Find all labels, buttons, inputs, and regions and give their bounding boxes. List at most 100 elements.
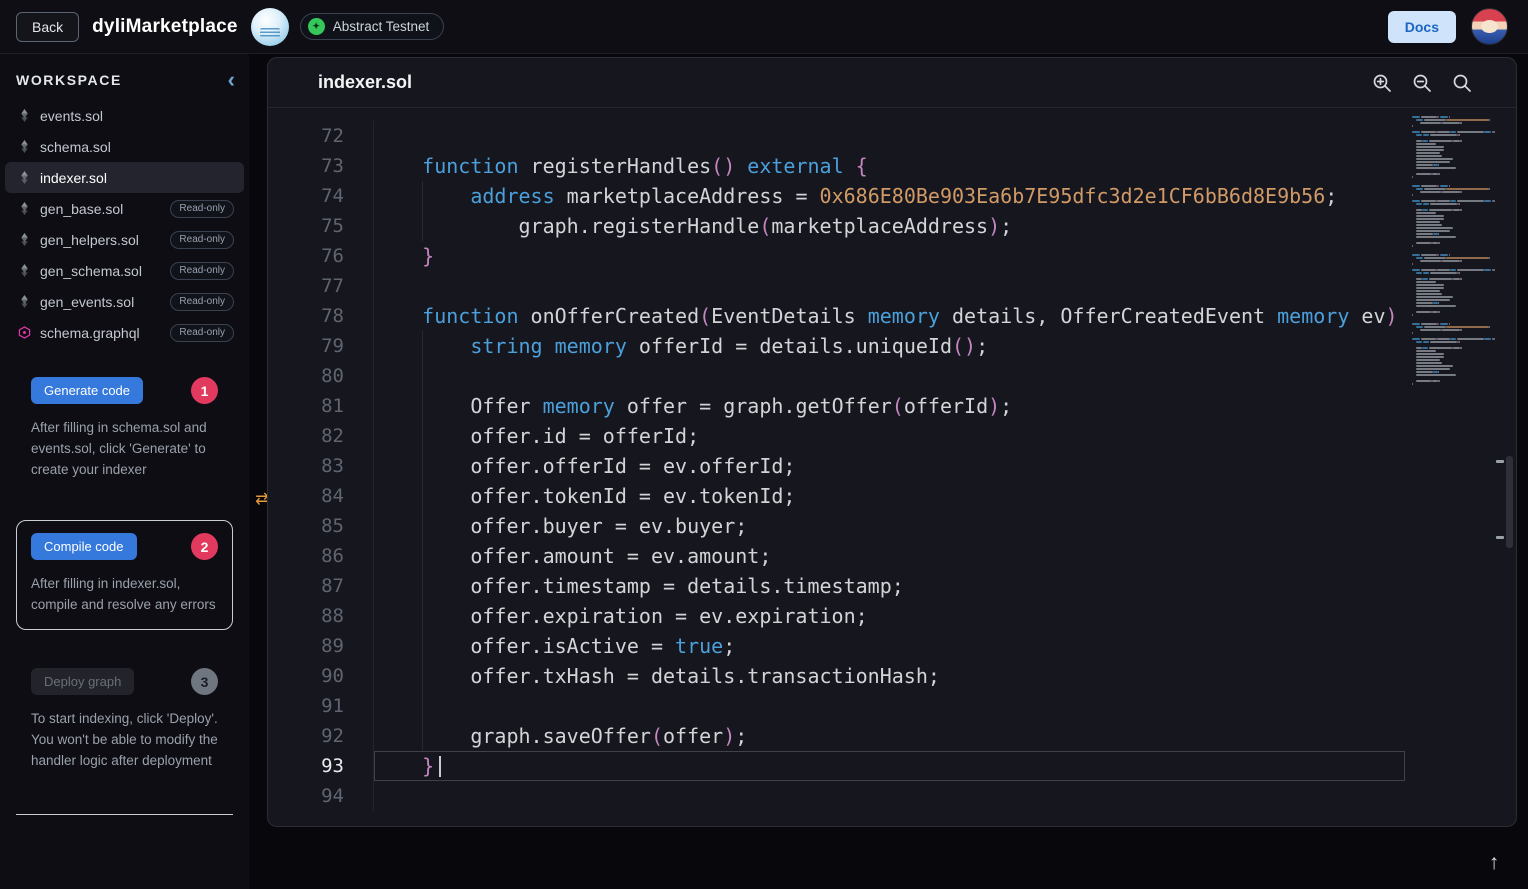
file-item-schema-sol[interactable]: schema.sol xyxy=(5,131,244,162)
code-line[interactable]: 90 offer.txHash = details.transactionHas… xyxy=(268,661,1516,691)
solidity-icon xyxy=(17,140,31,154)
zoom-in-icon[interactable] xyxy=(1372,73,1392,93)
back-button[interactable]: Back xyxy=(16,12,79,42)
docs-button[interactable]: Docs xyxy=(1388,11,1456,43)
line-number: 89 xyxy=(268,631,373,661)
scrollbar-thumb[interactable] xyxy=(1506,456,1513,548)
indent-guide xyxy=(422,421,423,451)
code-line[interactable]: 82 offer.id = offerId; xyxy=(268,421,1516,451)
partial-panel xyxy=(16,814,233,845)
file-item-gen_helpers-sol[interactable]: gen_helpers.sol Read-only xyxy=(5,224,244,255)
minimap-marker xyxy=(1496,536,1504,539)
code-content: function registerHandles() external { xyxy=(373,151,1405,181)
code-line[interactable]: 75 graph.registerHandle(marketplaceAddre… xyxy=(268,211,1516,241)
code-content: offer.isActive = true; xyxy=(373,631,1405,661)
file-name: gen_events.sol xyxy=(40,294,134,310)
code-line[interactable]: 87 offer.timestamp = details.timestamp; xyxy=(268,571,1516,601)
network-status-icon: ✦ xyxy=(308,18,325,35)
readonly-badge: Read-only xyxy=(170,262,234,280)
workspace-title: WORKSPACE xyxy=(16,72,122,88)
app-title: dyliMarketplace xyxy=(92,16,238,38)
code-line[interactable]: 74 address marketplaceAddress = 0x686E80… xyxy=(268,181,1516,211)
code-line[interactable]: 85 offer.buyer = ev.buyer; xyxy=(268,511,1516,541)
file-list: events.solschema.solindexer.solgen_base.… xyxy=(0,100,249,348)
file-name: schema.graphql xyxy=(40,325,140,341)
line-number: 86 xyxy=(268,541,373,571)
network-badge[interactable]: ✦ Abstract Testnet xyxy=(300,13,445,40)
code-line[interactable]: 81 Offer memory offer = graph.getOffer(o… xyxy=(268,391,1516,421)
code-content: Offer memory offer = graph.getOffer(offe… xyxy=(373,391,1405,421)
code-line[interactable]: 80 xyxy=(268,361,1516,391)
code-content: graph.saveOffer(offer); xyxy=(373,721,1405,751)
line-number: 94 xyxy=(268,781,373,811)
code-editor-panel: indexer.sol 7273 function registerHandle… xyxy=(267,57,1517,827)
step-description: After filling in indexer.sol, compile an… xyxy=(31,573,218,615)
generate-code-button[interactable]: Generate code xyxy=(31,377,143,404)
file-name: gen_helpers.sol xyxy=(40,232,139,248)
topbar: Back dyliMarketplace ✦ Abstract Testnet … xyxy=(0,0,1528,54)
line-number: 74 xyxy=(268,181,373,211)
file-item-gen_base-sol[interactable]: gen_base.solRead-only xyxy=(5,193,244,224)
code-content: offer.buyer = ev.buyer; xyxy=(373,511,1405,541)
code-content xyxy=(373,781,1405,811)
collapse-sidebar-icon[interactable]: ‹ xyxy=(228,73,235,87)
indent-guide xyxy=(422,181,423,211)
code-line[interactable]: 84 offer.tokenId = ev.tokenId; xyxy=(268,481,1516,511)
code-line[interactable]: 76 } xyxy=(268,241,1516,271)
minimap-marker xyxy=(1496,460,1504,463)
solidity-icon xyxy=(17,295,31,309)
code-line[interactable]: 83 offer.offerId = ev.offerId; xyxy=(268,451,1516,481)
code-content: offer.id = offerId; xyxy=(373,421,1405,451)
code-line[interactable]: 77 xyxy=(268,271,1516,301)
editor-header: indexer.sol xyxy=(268,58,1516,108)
step-card-1: Generate code1After filling in schema.so… xyxy=(16,364,233,495)
editor-scrollbar[interactable] xyxy=(1505,108,1514,826)
text-cursor xyxy=(439,756,441,777)
code-line[interactable]: 93 } xyxy=(268,751,1516,781)
indent-guide xyxy=(422,391,423,421)
search-icon[interactable] xyxy=(1452,73,1472,93)
code-line[interactable]: 73 function registerHandles() external { xyxy=(268,151,1516,181)
code-line[interactable]: 79 string memory offerId = details.uniqu… xyxy=(268,331,1516,361)
indent-guide xyxy=(422,211,423,241)
file-name: gen_schema.sol xyxy=(40,263,142,279)
line-number: 79 xyxy=(268,331,373,361)
line-number: 80 xyxy=(268,361,373,391)
readonly-badge: Read-only xyxy=(170,324,234,342)
scroll-to-top-button[interactable]: ↑ xyxy=(1480,849,1508,877)
indent-guide xyxy=(422,541,423,571)
editor-body[interactable]: 7273 function registerHandles() external… xyxy=(268,108,1516,826)
line-number: 84 xyxy=(268,481,373,511)
step-description: To start indexing, click 'Deploy'. You w… xyxy=(31,708,218,771)
code-line[interactable]: 86 offer.amount = ev.amount; xyxy=(268,541,1516,571)
zoom-out-icon[interactable] xyxy=(1412,73,1432,93)
readonly-badge: Read-only xyxy=(170,231,234,249)
file-item-indexer-sol[interactable]: indexer.sol xyxy=(5,162,244,193)
indent-guide xyxy=(422,631,423,661)
indent-guide xyxy=(422,661,423,691)
graphql-icon xyxy=(17,326,31,340)
code-content xyxy=(373,361,1405,391)
code-content: address marketplaceAddress = 0x686E80Be9… xyxy=(373,181,1405,211)
code-line[interactable]: 72 xyxy=(268,121,1516,151)
code-content: offer.amount = ev.amount; xyxy=(373,541,1405,571)
compile-code-button[interactable]: Compile code xyxy=(31,533,137,560)
file-item-gen_events-sol[interactable]: gen_events.solRead-only xyxy=(5,286,244,317)
code-line[interactable]: 91 xyxy=(268,691,1516,721)
file-item-events-sol[interactable]: events.sol xyxy=(5,100,244,131)
deploy-graph-button[interactable]: Deploy graph xyxy=(31,668,134,695)
indent-guide xyxy=(422,571,423,601)
indent-guide xyxy=(422,481,423,511)
file-item-gen_schema-sol[interactable]: gen_schema.sol Read-only xyxy=(5,255,244,286)
line-number: 88 xyxy=(268,601,373,631)
code-line[interactable]: 88 offer.expiration = ev.expiration; xyxy=(268,601,1516,631)
network-badge-label: Abstract Testnet xyxy=(333,19,430,34)
minimap[interactable] xyxy=(1408,113,1500,389)
file-item-schema-graphql[interactable]: schema.graphql Read-only xyxy=(5,317,244,348)
code-line[interactable]: 89 offer.isActive = true; xyxy=(268,631,1516,661)
code-line[interactable]: 92 graph.saveOffer(offer); xyxy=(268,721,1516,751)
user-avatar[interactable] xyxy=(1471,8,1508,45)
code-line[interactable]: 94 xyxy=(268,781,1516,811)
line-number: 75 xyxy=(268,211,373,241)
code-line[interactable]: 78 function onOfferCreated(EventDetails … xyxy=(268,301,1516,331)
